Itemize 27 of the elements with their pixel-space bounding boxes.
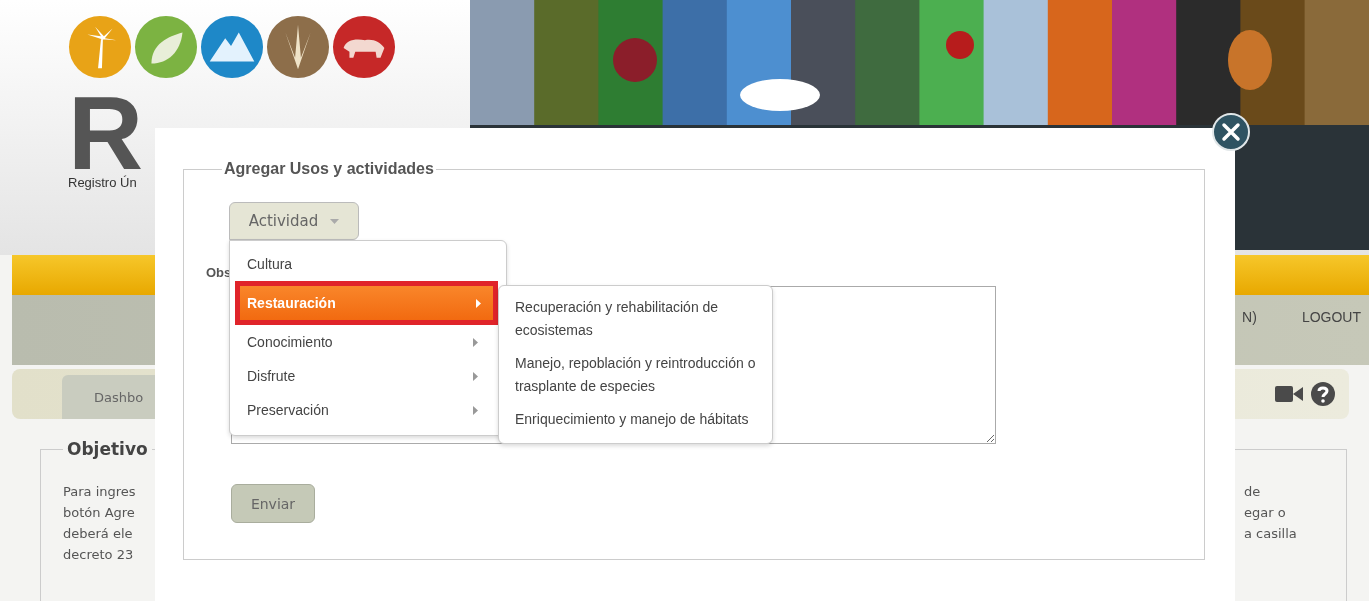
objective-title: Objetivo xyxy=(66,439,149,459)
paragraph-text: egar o xyxy=(1244,504,1287,522)
nav-link[interactable]: LOGOUT xyxy=(1301,309,1361,325)
grass-icon xyxy=(266,15,330,79)
leaf-icon xyxy=(134,15,198,79)
paragraph-text: botón Agre xyxy=(63,504,136,522)
submenu-item[interactable]: Manejo, repoblación y reintroducción o trasplante de especies xyxy=(499,348,772,404)
menu-item[interactable]: Disfrute xyxy=(230,359,498,393)
caret-icon xyxy=(330,218,340,224)
submenu-item[interactable]: Enriquecimiento y manejo de hábitats xyxy=(499,404,772,437)
mountain-icon xyxy=(200,15,264,79)
video-camera-icon[interactable] xyxy=(1275,385,1303,403)
close-icon[interactable] xyxy=(1212,113,1250,151)
activity-dropdown[interactable]: Actividad xyxy=(229,202,359,240)
menu-item[interactable]: Cultura xyxy=(230,247,498,281)
paragraph-text: deberá ele xyxy=(63,525,134,543)
menu-item[interactable]: Conocimiento xyxy=(230,325,498,359)
logo-subtitle: Registro Ún xyxy=(68,175,138,190)
paragraph-text: decreto 23 xyxy=(63,546,135,564)
paragraph-text: de xyxy=(1244,483,1262,501)
nav-link[interactable]: N) xyxy=(1242,309,1257,325)
paragraph-text: a casilla xyxy=(1244,525,1298,543)
form-title: Agregar Usos y actividades xyxy=(223,160,435,178)
submenu-item[interactable]: Recuperación y rehabilitación de ecosistemas xyxy=(499,292,772,348)
menu-item[interactable]: Preservación xyxy=(230,393,498,427)
help-icon[interactable] xyxy=(1311,382,1335,406)
paragraph-text: Para ingres xyxy=(63,483,136,501)
